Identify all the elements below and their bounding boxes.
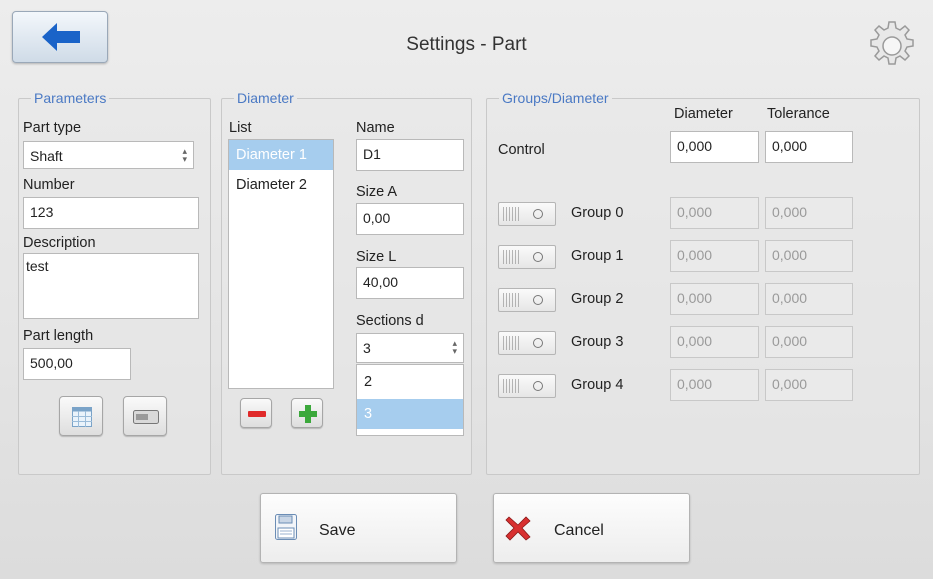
sections-dropdown[interactable]: 2 3 — [356, 364, 464, 436]
group-0-toggle[interactable] — [498, 202, 556, 226]
group-diameter-field[interactable]: 0,000 — [670, 326, 759, 358]
ruler-button[interactable] — [123, 396, 167, 436]
cancel-x-icon — [505, 516, 531, 541]
plus-icon — [299, 405, 317, 423]
size-l-label: Size L — [356, 249, 397, 265]
dropdown-option[interactable]: 2 — [357, 365, 463, 399]
group-4-toggle[interactable] — [498, 374, 556, 398]
toggle-grip — [503, 293, 519, 307]
group-3-toggle[interactable] — [498, 331, 556, 355]
description-field[interactable]: test — [23, 253, 199, 319]
tolerance-column-header: Tolerance — [767, 106, 830, 122]
part-length-field[interactable]: 500,00 — [23, 348, 131, 380]
parameters-legend: Parameters — [34, 90, 107, 106]
diameter-column-header: Diameter — [674, 106, 733, 122]
size-a-field[interactable]: 0,00 — [356, 203, 464, 235]
sections-value: 3 — [363, 340, 371, 356]
group-label: Group 3 — [571, 334, 624, 350]
toggle-knob — [533, 295, 543, 305]
group-label: Group 0 — [571, 205, 624, 221]
group-diameter-field[interactable]: 0,000 — [670, 197, 759, 229]
group-label: Group 4 — [571, 377, 624, 393]
gear-icon — [870, 21, 914, 65]
control-label: Control — [498, 142, 545, 158]
cancel-button[interactable]: Cancel — [493, 493, 690, 563]
name-field[interactable]: D1 — [356, 139, 464, 171]
floppy-disk-icon — [275, 514, 297, 540]
group-diameter-field[interactable]: 0,000 — [670, 283, 759, 315]
part-type-label: Part type — [23, 120, 82, 136]
toggle-grip — [503, 250, 519, 264]
part-length-label: Part length — [23, 328, 94, 344]
number-field[interactable]: 123 — [23, 197, 199, 229]
group-tolerance-field[interactable]: 0,000 — [765, 369, 853, 401]
size-l-field[interactable]: 40,00 — [356, 267, 464, 299]
ruler-icon — [133, 410, 159, 424]
name-label: Name — [356, 120, 395, 136]
chevron-updown-icon: ▴ ▾ — [182, 146, 187, 164]
size-a-label: Size A — [356, 184, 398, 200]
save-label: Save — [319, 522, 356, 539]
page-title: Settings - Part — [406, 34, 527, 55]
remove-diameter-button[interactable] — [240, 398, 272, 428]
group-tolerance-field[interactable]: 0,000 — [765, 240, 853, 272]
group-2-toggle[interactable] — [498, 288, 556, 312]
group-diameter-field[interactable]: 0,000 — [670, 369, 759, 401]
toggle-knob — [533, 209, 543, 219]
diameter-legend: Diameter — [237, 90, 294, 106]
part-type-value: Shaft — [30, 148, 63, 164]
toggle-grip — [503, 379, 519, 393]
number-label: Number — [23, 177, 75, 193]
toggle-knob — [533, 338, 543, 348]
minus-icon — [248, 411, 266, 417]
group-1-toggle[interactable] — [498, 245, 556, 269]
add-diameter-button[interactable] — [291, 398, 323, 428]
settings-button[interactable] — [864, 18, 920, 77]
cancel-label: Cancel — [554, 522, 604, 539]
table-icon — [72, 407, 92, 427]
save-button[interactable]: Save — [260, 493, 457, 563]
sections-select[interactable]: 3 ▴ ▾ — [356, 333, 464, 363]
dropdown-option[interactable]: 3 — [357, 399, 463, 429]
group-tolerance-field[interactable]: 0,000 — [765, 283, 853, 315]
sections-label: Sections d — [356, 313, 424, 329]
top-bar: Settings - Part — [0, 0, 933, 86]
list-item[interactable]: Diameter 1 — [229, 140, 333, 170]
group-diameter-field[interactable]: 0,000 — [670, 240, 759, 272]
diameter-list[interactable]: Diameter 1 Diameter 2 — [228, 139, 334, 389]
chevron-updown-icon: ▴ ▾ — [452, 338, 457, 356]
group-tolerance-field[interactable]: 0,000 — [765, 197, 853, 229]
control-tolerance-field[interactable]: 0,000 — [765, 131, 853, 163]
toggle-grip — [503, 207, 519, 221]
toggle-knob — [533, 252, 543, 262]
list-label: List — [229, 120, 252, 136]
toggle-grip — [503, 336, 519, 350]
table-button[interactable] — [59, 396, 103, 436]
toggle-knob — [533, 381, 543, 391]
group-label: Group 1 — [571, 248, 624, 264]
control-diameter-field[interactable]: 0,000 — [670, 131, 759, 163]
part-type-select[interactable]: Shaft ▴ ▾ — [23, 141, 194, 169]
list-item[interactable]: Diameter 2 — [229, 170, 333, 200]
group-tolerance-field[interactable]: 0,000 — [765, 326, 853, 358]
description-label: Description — [23, 235, 96, 251]
groups-legend: Groups/Diameter — [502, 90, 609, 106]
group-label: Group 2 — [571, 291, 624, 307]
